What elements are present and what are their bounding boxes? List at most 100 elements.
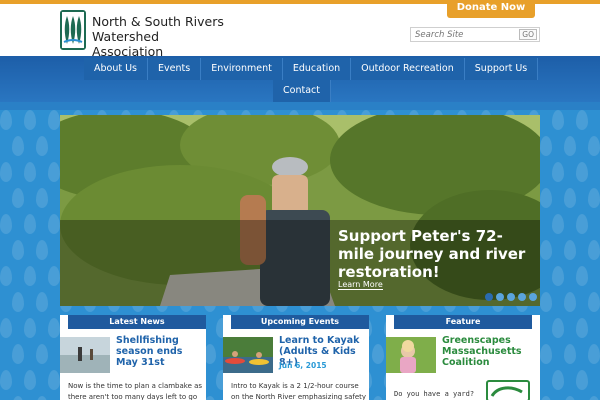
raindrop-pattern-icon [540,292,552,312]
raindrop-pattern-icon [576,162,588,182]
latest-news-column: Latest News Shellfishing season ends May… [60,315,206,400]
slider-dot[interactable] [485,293,493,301]
raindrop-pattern-icon [24,214,36,234]
raindrop-pattern-icon [24,370,36,390]
feature-title[interactable]: Greenscapes Massachusetts Coalition [442,335,532,368]
raindrop-pattern-icon [588,396,600,400]
raindrop-pattern-icon [588,136,600,156]
raindrop-pattern-icon [576,110,588,130]
main-nav-row2: Contact [273,80,331,102]
nav-outdoor-recreation[interactable]: Outdoor Recreation [351,58,465,80]
raindrop-pattern-icon [24,110,36,130]
raindrop-pattern-icon [564,188,576,208]
news-thumbnail[interactable] [60,337,110,373]
news-title[interactable]: Shellfishing season ends May 31st [116,335,206,368]
raindrop-pattern-icon [36,240,48,260]
raindrop-pattern-icon [48,370,60,390]
news-excerpt: Now is the time to plan a clambake as th… [68,382,203,400]
raindrop-pattern-icon [552,162,564,182]
raindrop-pattern-icon [36,292,48,312]
raindrop-pattern-icon [0,266,12,286]
raindrop-pattern-icon [48,162,60,182]
site-title[interactable]: North & South Rivers Watershed Associati… [92,14,242,59]
raindrop-pattern-icon [48,266,60,286]
nav-education[interactable]: Education [282,58,352,80]
main-nav: About Us Events Environment Education Ou… [84,58,539,80]
raindrop-pattern-icon [540,396,552,400]
raindrop-pattern-icon [576,266,588,286]
upcoming-events-header: Upcoming Events [231,315,369,329]
raindrop-pattern-icon [564,240,576,260]
nav-contact[interactable]: Contact [273,80,331,102]
site-title-line1: North & South Rivers [92,14,224,29]
slider-dot[interactable] [518,293,526,301]
raindrop-pattern-icon [12,136,24,156]
event-excerpt: Intro to Kayak is a 2 1/2-hour course on… [231,382,367,400]
raindrop-pattern-icon [564,344,576,364]
upcoming-events-column: Upcoming Events Learn to Kayak (Adults &… [223,315,369,400]
search-go-button[interactable]: GO [519,29,537,40]
wave-divider [0,102,600,110]
raindrop-pattern-icon [24,266,36,286]
feature-thumbnail[interactable] [386,337,436,373]
learn-more-link[interactable]: Learn More [338,280,383,290]
raindrop-pattern-icon [540,136,552,156]
raindrop-pattern-icon [24,318,36,338]
raindrop-pattern-icon [552,266,564,286]
raindrop-pattern-icon [48,214,60,234]
slider-dot[interactable] [496,293,504,301]
raindrop-pattern-icon [36,136,48,156]
raindrop-pattern-icon [564,396,576,400]
raindrop-pattern-icon [372,344,384,364]
nav-events[interactable]: Events [148,58,202,80]
raindrop-pattern-icon [588,240,600,260]
raindrop-pattern-icon [552,370,564,390]
slide-title[interactable]: Support Peter's 72-mile journey and rive… [338,227,538,281]
raindrop-pattern-icon [36,344,48,364]
raindrop-pattern-icon [588,292,600,312]
raindrop-pattern-icon [0,110,12,130]
raindrop-pattern-icon [12,292,24,312]
nav-environment[interactable]: Environment [201,58,283,80]
raindrop-pattern-icon [588,344,600,364]
logo-icon[interactable] [60,10,86,50]
raindrop-pattern-icon [12,344,24,364]
feature-sign-image[interactable] [486,380,530,400]
feature-header: Feature [394,315,532,329]
raindrop-pattern-icon [552,110,564,130]
hero-slider[interactable]: Support Peter's 72-mile journey and rive… [60,115,540,306]
raindrop-pattern-icon [540,344,552,364]
raindrop-pattern-icon [372,396,384,400]
raindrop-pattern-icon [48,110,60,130]
raindrop-pattern-icon [12,188,24,208]
raindrop-pattern-icon [24,162,36,182]
raindrop-pattern-icon [12,396,24,400]
raindrop-pattern-icon [36,188,48,208]
feature-column: Feature Greenscapes Massachusetts Coalit… [386,315,540,400]
raindrop-pattern-icon [564,136,576,156]
raindrop-pattern-icon [12,240,24,260]
raindrop-pattern-icon [0,214,12,234]
slider-dot[interactable] [529,293,537,301]
feature-excerpt: Do you have a yard? [394,390,475,398]
event-date: Jun 6, 2015 [279,361,327,370]
raindrop-pattern-icon [0,370,12,390]
nav-about-us[interactable]: About Us [84,58,149,80]
raindrop-pattern-icon [0,162,12,182]
search-input[interactable] [411,28,521,41]
raindrop-pattern-icon [552,214,564,234]
raindrop-pattern-icon [576,318,588,338]
raindrop-pattern-icon [0,318,12,338]
slider-dot[interactable] [507,293,515,301]
raindrop-pattern-icon [576,370,588,390]
raindrop-pattern-icon [576,214,588,234]
raindrop-pattern-icon [48,318,60,338]
nav-support-us[interactable]: Support Us [464,58,539,80]
site-header: North & South Rivers Watershed Associati… [0,0,600,59]
donate-button[interactable]: Donate Now [447,0,535,18]
raindrop-pattern-icon [564,292,576,312]
raindrop-pattern-icon [552,318,564,338]
events-thumbnail[interactable] [223,337,273,373]
raindrop-pattern-icon [540,240,552,260]
raindrop-pattern-icon [36,396,48,400]
